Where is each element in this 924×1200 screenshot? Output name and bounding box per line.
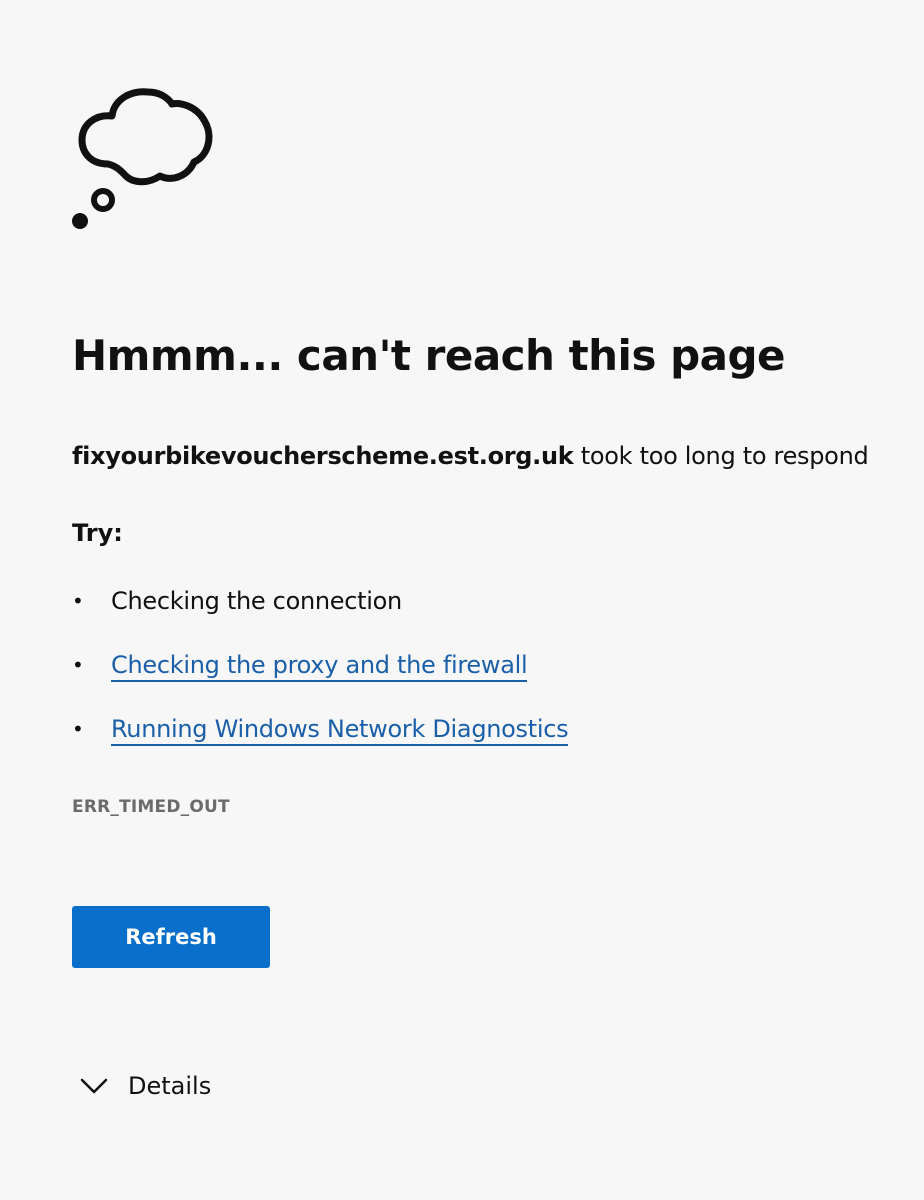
- list-item: • Running Windows Network Diagnostics: [72, 710, 569, 774]
- error-message-suffix: took too long to respond: [573, 442, 869, 470]
- try-label: Try:: [72, 519, 123, 547]
- details-label: Details: [128, 1072, 212, 1100]
- chevron-down-icon: [80, 1078, 108, 1094]
- proxy-firewall-link[interactable]: Checking the proxy and the firewall: [111, 651, 528, 682]
- network-diagnostics-link[interactable]: Running Windows Network Diagnostics: [111, 715, 569, 746]
- page-title: Hmmm... can't reach this page: [72, 331, 786, 380]
- refresh-button[interactable]: Refresh: [72, 906, 270, 968]
- suggestion-list: • Checking the connection • Checking the…: [72, 582, 569, 774]
- suggestion-check-connection: Checking the connection: [111, 587, 402, 615]
- thought-cloud-icon: [72, 88, 213, 229]
- error-host: fixyourbikevoucherscheme.est.org.uk: [72, 442, 574, 470]
- details-toggle[interactable]: Details: [80, 1066, 211, 1106]
- error-code: ERR_TIMED_OUT: [72, 797, 230, 817]
- bullet-icon: •: [72, 653, 84, 677]
- bullet-icon: •: [72, 589, 84, 613]
- list-item: • Checking the proxy and the firewall: [72, 646, 568, 710]
- bullet-icon: •: [72, 717, 84, 741]
- error-page: Hmmm... can't reach this page fixyourbik…: [0, 0, 924, 1200]
- error-message: fixyourbikevoucherscheme.est.org.uk took…: [72, 438, 869, 474]
- list-item: • Checking the connection: [72, 582, 568, 646]
